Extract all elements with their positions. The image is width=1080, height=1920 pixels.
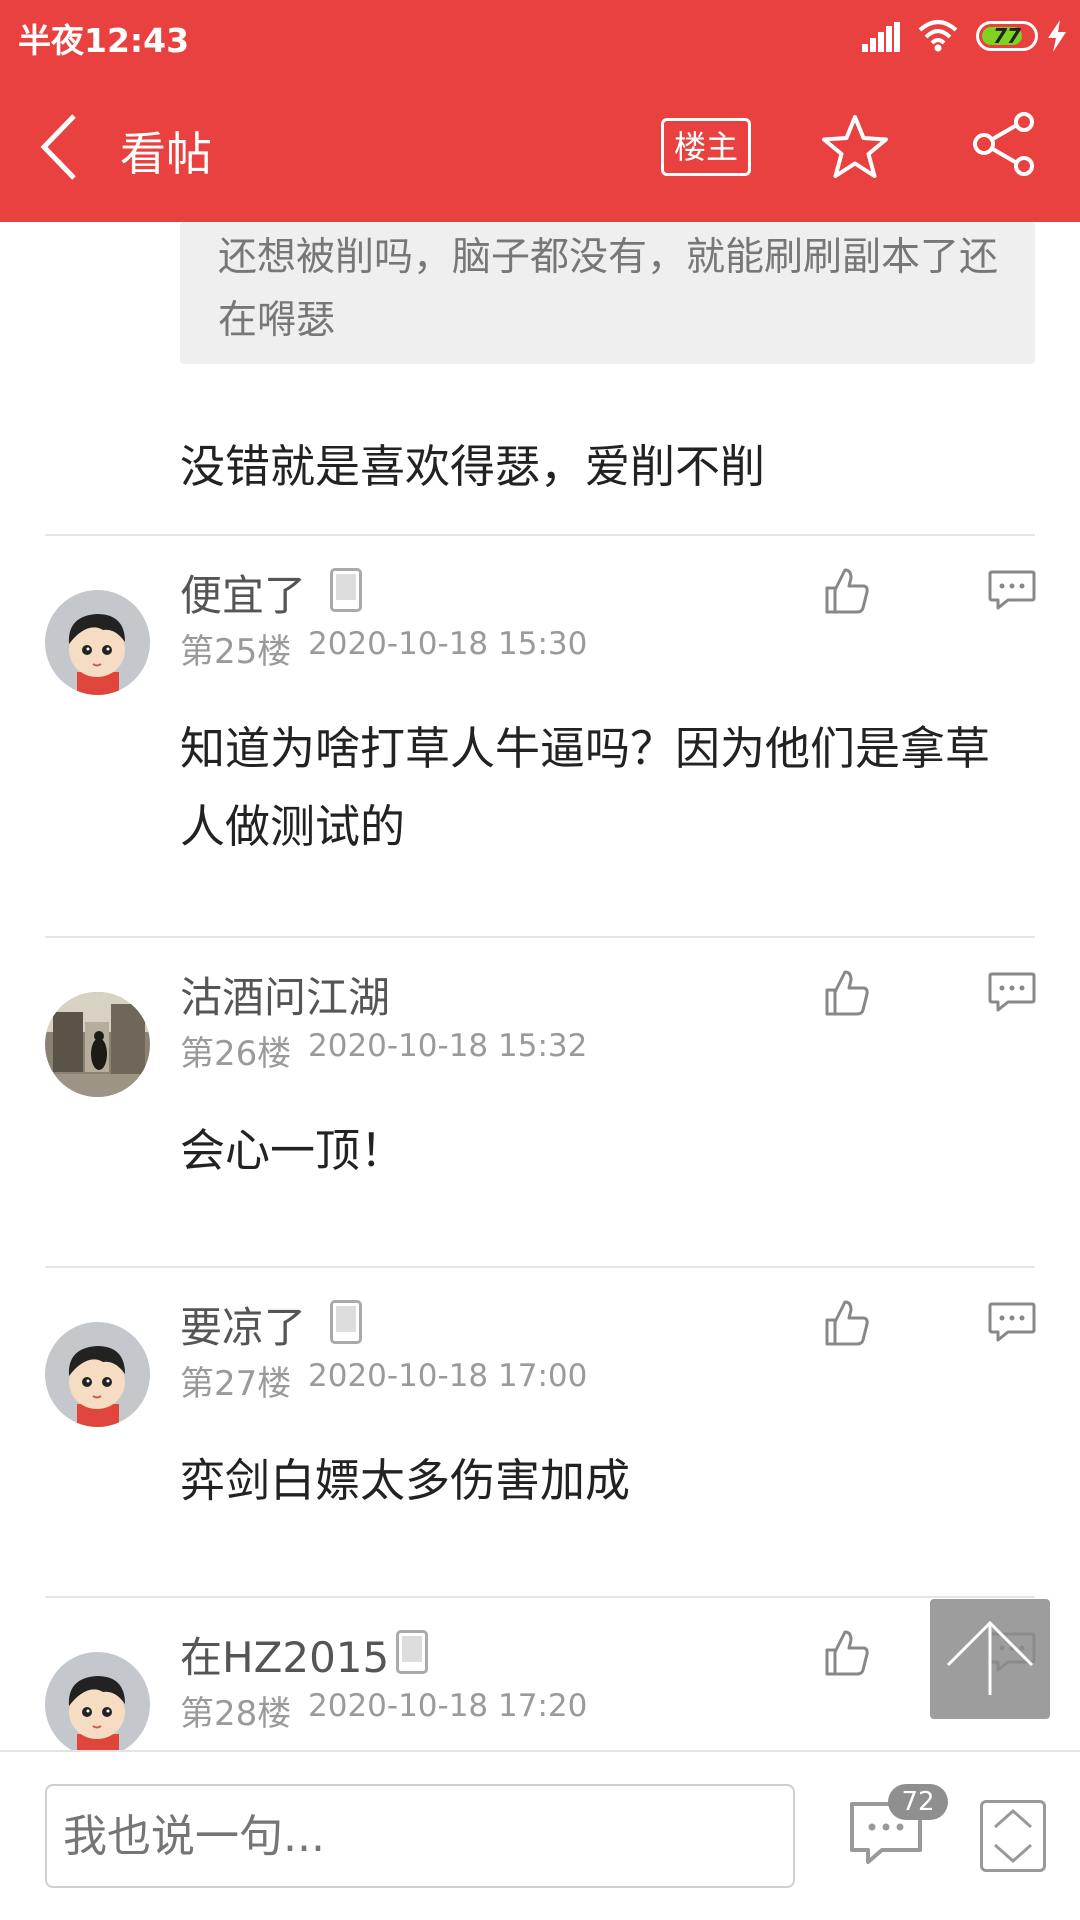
reply-icon[interactable] [988, 1302, 1036, 1342]
arrow-up-icon [946, 1620, 1034, 1695]
scroll-to-top-button[interactable] [930, 1599, 1050, 1719]
like-icon[interactable] [825, 1630, 869, 1676]
quoted-reply: 还想被削吗，脑子都没有，就能刷刷副本了还在嘚瑟 [180, 222, 1035, 364]
favorite-star-icon[interactable] [820, 114, 890, 180]
post-date: 2020-10-18 17:00 [308, 1358, 588, 1394]
avatar[interactable] [45, 992, 150, 1097]
quoted-text: 还想被削吗，脑子都没有，就能刷刷副本了还在嘚瑟 [218, 235, 999, 343]
like-icon[interactable] [825, 970, 869, 1016]
op-only-button[interactable]: 楼主 [661, 118, 751, 176]
bottom-bar: 72 [0, 1750, 1080, 1920]
reply-icon[interactable] [988, 570, 1036, 610]
post-body: 知道为啥打草人牛逼吗？因为他们是拿草人做测试的 [180, 722, 991, 853]
back-icon[interactable] [36, 112, 86, 182]
avatar[interactable] [45, 1652, 150, 1750]
status-time: 半夜12:43 [18, 21, 190, 60]
charging-icon [1048, 20, 1066, 52]
username[interactable]: 要凉了 [180, 1294, 306, 1355]
avatar[interactable] [45, 1322, 150, 1427]
post-item: 沽酒问江湖 第26楼 2020-10-18 15:32 会心一顶！ [0, 938, 1080, 1266]
post-item: 在HZ2015 第28楼 2020-10-18 17:20 [0, 1598, 1080, 1750]
signal-icon [862, 22, 902, 52]
reply-icon[interactable] [988, 972, 1036, 1012]
like-icon[interactable] [825, 568, 869, 614]
post-body: 会心一顶！ [180, 1124, 406, 1177]
post-list: 还想被削吗，脑子都没有，就能刷刷副本了还在嘚瑟 没错就是喜欢得瑟，爱削不削 便宜… [0, 222, 1080, 1750]
post-date: 2020-10-18 15:32 [308, 1028, 588, 1064]
floor-number: 第27楼 [180, 1364, 292, 1404]
cartoon-avatar-icon [45, 1652, 150, 1750]
like-icon[interactable] [825, 1300, 869, 1346]
mobile-device-icon [330, 568, 362, 612]
cartoon-avatar-icon [45, 590, 150, 695]
app-root: 半夜12:43 77 看帖 楼主 还想被削吗，脑子都没有，就能刷刷副本了还在嘚瑟… [0, 0, 1080, 1920]
floor-number: 第28楼 [180, 1694, 292, 1734]
battery-icon: 77 [976, 21, 1038, 51]
top-bar: 看帖 楼主 [0, 72, 1080, 222]
comment-count-badge: 72 [888, 1784, 948, 1820]
post-date: 2020-10-18 17:20 [308, 1688, 588, 1724]
page-title: 看帖 [120, 127, 212, 181]
post-date: 2020-10-18 15:30 [308, 626, 588, 662]
mobile-device-icon [330, 1300, 362, 1344]
battery-level: 77 [993, 24, 1021, 48]
photo-avatar-icon [45, 992, 150, 1097]
avatar[interactable] [45, 590, 150, 695]
status-bar: 半夜12:43 77 [0, 0, 1080, 72]
floor-number: 第26楼 [180, 1034, 292, 1074]
up-down-arrows-icon [994, 1808, 1032, 1864]
post-item: 便宜了 第25楼 2020-10-18 15:30 知道为啥打草人牛逼吗？因为他… [0, 536, 1080, 936]
reply-input[interactable] [45, 1784, 795, 1888]
username[interactable]: 在HZ2015 [180, 1624, 389, 1685]
floor-navigation-button[interactable] [980, 1800, 1046, 1872]
post-body: 弈剑白嫖太多伤害加成 [180, 1454, 631, 1507]
post-item: 要凉了 第27楼 2020-10-18 17:00 弈剑白嫖太多伤害加成 [0, 1268, 1080, 1596]
wifi-icon [918, 20, 958, 52]
post-body: 没错就是喜欢得瑟，爱削不削 [180, 440, 766, 493]
username[interactable]: 便宜了 [180, 562, 306, 623]
mobile-device-icon [396, 1630, 428, 1674]
share-icon[interactable] [972, 112, 1036, 176]
floor-number: 第25楼 [180, 632, 292, 672]
cartoon-avatar-icon [45, 1322, 150, 1427]
username[interactable]: 沽酒问江湖 [180, 964, 390, 1025]
